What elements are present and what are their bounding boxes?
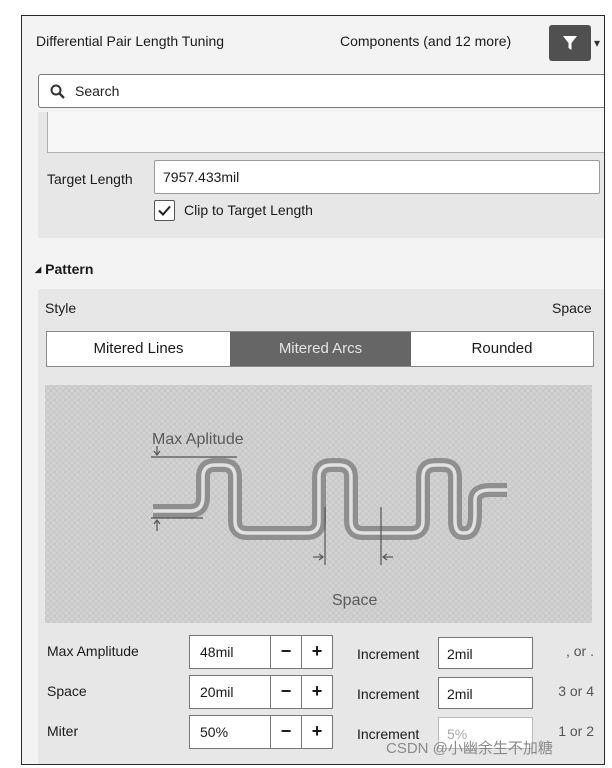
filter-icon	[563, 36, 577, 50]
check-icon	[158, 205, 171, 216]
search-icon	[50, 84, 65, 99]
miter-increment-button[interactable]: +	[301, 716, 332, 748]
components-filter-label[interactable]: Components (and 12 more)	[340, 33, 511, 49]
style-mitered-lines-button[interactable]: Mitered Lines	[47, 332, 230, 366]
pattern-title: Pattern	[45, 261, 94, 277]
style-segmented-control: Mitered Lines Mitered Arcs Rounded	[46, 331, 594, 367]
pattern-section-header[interactable]: ◢ Pattern	[35, 261, 93, 277]
properties-section: Target Length 7957.433mil Clip to Target…	[38, 112, 604, 238]
length-tuning-panel: Differential Pair Length Tuning Componen…	[21, 15, 605, 765]
text-area[interactable]	[47, 112, 604, 153]
miter-value[interactable]: 50%	[200, 716, 228, 748]
max-amplitude-label: Max Amplitude	[47, 643, 139, 659]
target-length-label: Target Length	[47, 171, 133, 187]
space-increment-input[interactable]: 2mil	[438, 677, 533, 709]
pattern-diagram: Max Aplitude Space	[45, 385, 592, 623]
max-amplitude-increment-button[interactable]: +	[301, 636, 332, 668]
space-diagram-label: Space	[332, 592, 377, 609]
search-box[interactable]	[38, 74, 604, 108]
space-decrement-button[interactable]: −	[270, 676, 301, 708]
style-mitered-arcs-button[interactable]: Mitered Arcs	[230, 332, 411, 366]
space-stepper[interactable]: 20mil − +	[189, 675, 333, 709]
max-amplitude-increment-input[interactable]: 2mil	[438, 637, 533, 669]
clip-to-target-checkbox[interactable]	[154, 200, 175, 221]
filter-button[interactable]	[549, 25, 591, 61]
space-note: 3 or 4	[558, 683, 594, 699]
style-label: Style	[45, 300, 77, 316]
max-amplitude-note: , or .	[565, 643, 594, 659]
collapse-triangle-icon: ◢	[35, 265, 42, 274]
max-amplitude-value[interactable]: 48mil	[200, 636, 233, 668]
miter-stepper[interactable]: 50% − +	[189, 715, 333, 749]
style-rounded-button[interactable]: Rounded	[411, 332, 593, 366]
search-input[interactable]	[75, 75, 575, 107]
max-amplitude-increment-label: Increment	[357, 646, 420, 662]
max-amplitude-decrement-button[interactable]: −	[270, 636, 301, 668]
space-column-label: Space	[552, 300, 592, 316]
panel-title: Differential Pair Length Tuning	[36, 33, 225, 49]
miter-note: 1 or 2	[558, 723, 594, 739]
max-amplitude-diagram-label: Max Aplitude	[152, 431, 244, 448]
clip-to-target-label: Clip to Target Length	[184, 202, 313, 218]
target-length-input[interactable]: 7957.433mil	[154, 160, 600, 194]
miter-label: Miter	[47, 723, 79, 739]
space-increment-label: Increment	[357, 686, 420, 702]
panel-header: Differential Pair Length Tuning Componen…	[22, 16, 604, 71]
space-value[interactable]: 20mil	[200, 676, 233, 708]
space-label: Space	[47, 683, 87, 699]
filter-dropdown-edge[interactable]: ▾	[594, 36, 600, 50]
miter-decrement-button[interactable]: −	[270, 716, 301, 748]
watermark: CSDN @小幽余生不加糖	[386, 740, 553, 757]
max-amplitude-stepper[interactable]: 48mil − +	[189, 635, 333, 669]
space-increment-button[interactable]: +	[301, 676, 332, 708]
